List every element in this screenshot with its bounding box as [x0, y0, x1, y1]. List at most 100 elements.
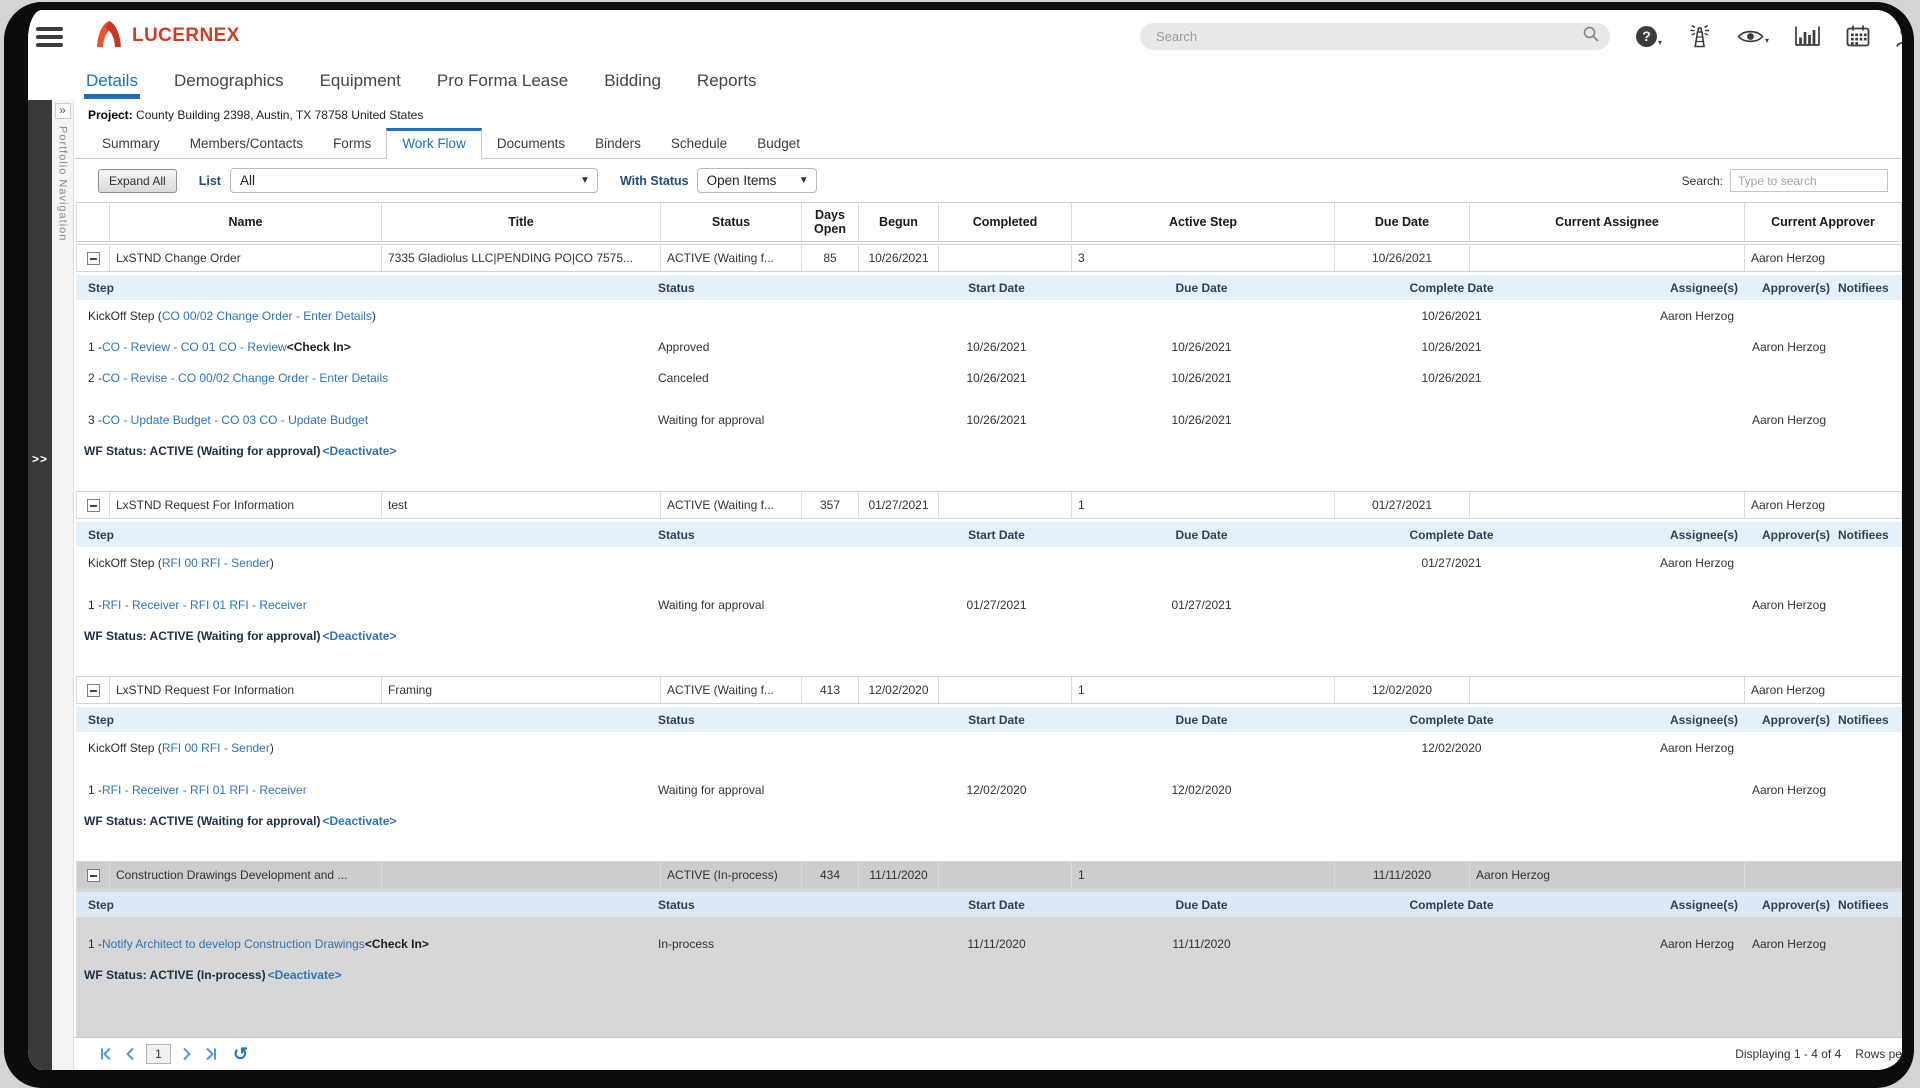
- step-column-start-date: Start Date: [899, 892, 1094, 917]
- subtab-binders[interactable]: Binders: [580, 128, 656, 158]
- global-search-input[interactable]: [1154, 28, 1582, 45]
- subtab-schedule[interactable]: Schedule: [656, 128, 742, 158]
- collapse-icon[interactable]: [87, 499, 100, 512]
- step-header-row: StepStatusStart DateDue DateComplete Dat…: [76, 707, 1902, 732]
- beacon-icon[interactable]: [1687, 24, 1712, 48]
- step-status: Approved: [654, 331, 899, 362]
- subtab-budget[interactable]: Budget: [742, 128, 815, 158]
- collapse-icon[interactable]: [87, 684, 100, 697]
- wf-status-label: WF Status: ACTIVE (In-process): [84, 968, 266, 982]
- step-status: In-process: [654, 928, 899, 959]
- step-link[interactable]: Notify Architect to develop Construction…: [102, 937, 365, 951]
- step-link[interactable]: RFI - Receiver - RFI 01 RFI - Receiver: [102, 598, 307, 612]
- deactivate-link[interactable]: <Deactivate>: [268, 968, 342, 982]
- hamburger-menu-icon[interactable]: [36, 27, 63, 47]
- calendar-icon[interactable]: [1846, 25, 1870, 47]
- chart-icon[interactable]: [1794, 25, 1821, 47]
- last-page-icon[interactable]: [204, 1047, 219, 1061]
- app-window: LUCERNEX ?▾: [4, 2, 1914, 1088]
- step-link[interactable]: RFI 00 RFI - Sender: [162, 556, 270, 570]
- first-page-icon[interactable]: [98, 1047, 113, 1061]
- tab-pro-forma-lease[interactable]: Pro Forma Lease: [437, 71, 568, 100]
- collapse-icon[interactable]: [87, 869, 100, 882]
- step-column-step: Step: [84, 522, 654, 547]
- project-label: Project:: [88, 108, 133, 122]
- deactivate-link[interactable]: <Deactivate>: [322, 629, 396, 643]
- step-column-notifiees: Notifiees: [1834, 892, 1902, 917]
- tab-reports[interactable]: Reports: [697, 71, 757, 100]
- workflow-row[interactable]: Construction Drawings Development and ..…: [76, 861, 1902, 889]
- cell-completed: [939, 862, 1072, 888]
- step-assignees: Aaron Herzog: [1594, 547, 1742, 578]
- step-start-date: 11/11/2020: [899, 928, 1094, 959]
- step-link[interactable]: CO - Revise - CO 00/02 Change Order - En…: [102, 371, 388, 385]
- cell-begun: 10/26/2021: [859, 245, 939, 271]
- portfolio-nav-collapsed-strip: >>: [28, 100, 52, 1070]
- step-link[interactable]: CO 00/02 Change Order - Enter Details: [162, 309, 372, 323]
- help-icon[interactable]: ?▾: [1636, 26, 1662, 47]
- with-status-dropdown[interactable]: Open Items ▼: [697, 168, 817, 193]
- sub-tabs: SummaryMembers/ContactsFormsWork FlowDoc…: [74, 128, 1902, 159]
- subtab-work-flow[interactable]: Work Flow: [386, 128, 482, 159]
- step-due-date: 10/26/2021: [1094, 404, 1309, 435]
- step-row: 1 - RFI - Receiver - RFI 01 RFI - Receiv…: [76, 774, 1902, 805]
- deactivate-link[interactable]: <Deactivate>: [322, 444, 396, 458]
- lucernex-logo[interactable]: LUCERNEX: [93, 20, 240, 53]
- workflow-row[interactable]: LxSTND Change Order7335 Gladiolus LLC|PE…: [76, 244, 1902, 272]
- step-status: [654, 547, 899, 578]
- step-assignees: [1594, 589, 1742, 620]
- step-column-status: Status: [654, 522, 899, 547]
- expand-all-button[interactable]: Expand All: [98, 169, 177, 193]
- global-search[interactable]: [1140, 23, 1610, 50]
- collapse-icon[interactable]: [87, 252, 100, 265]
- step-column-due-date: Due Date: [1094, 522, 1309, 547]
- list-dropdown[interactable]: All ▼: [230, 168, 598, 193]
- subtab-members-contacts[interactable]: Members/Contacts: [175, 128, 318, 158]
- cell-current-assignee: [1470, 677, 1745, 703]
- workflow-row[interactable]: LxSTND Request For InformationFramingACT…: [76, 676, 1902, 704]
- subtab-documents[interactable]: Documents: [482, 128, 580, 158]
- previous-page-icon[interactable]: [124, 1047, 135, 1061]
- step-notifiees: [1834, 589, 1902, 620]
- step-status: Waiting for approval: [654, 589, 899, 620]
- eye-icon[interactable]: ▾: [1737, 28, 1769, 45]
- user-icon[interactable]: [1895, 25, 1914, 48]
- subtab-forms[interactable]: Forms: [318, 128, 386, 158]
- table-search-input[interactable]: [1730, 169, 1888, 192]
- cell-current-approver: Aaron Herzog: [1745, 245, 1902, 271]
- next-page-icon[interactable]: [182, 1047, 193, 1061]
- step-prefix: 1 -: [88, 340, 102, 354]
- tab-equipment[interactable]: Equipment: [320, 71, 401, 100]
- step-column-start-date: Start Date: [899, 707, 1094, 732]
- workflow-row[interactable]: LxSTND Request For InformationtestACTIVE…: [76, 491, 1902, 519]
- chevron-right-icon[interactable]: »: [55, 103, 71, 119]
- step-name-cell: 3 - CO - Update Budget - CO 03 CO - Upda…: [84, 404, 654, 435]
- expand-panel-button[interactable]: >>: [28, 452, 52, 466]
- deactivate-link[interactable]: <Deactivate>: [322, 814, 396, 828]
- subtab-summary[interactable]: Summary: [87, 128, 175, 158]
- tab-details[interactable]: Details: [86, 71, 138, 100]
- step-link[interactable]: CO - Update Budget - CO 03 CO - Update B…: [102, 413, 368, 427]
- step-link[interactable]: RFI 00 RFI - Sender: [162, 741, 270, 755]
- search-icon[interactable]: [1582, 25, 1600, 48]
- cell-current-approver: Aaron Herzog: [1745, 492, 1902, 518]
- collapse-cell: [76, 245, 110, 271]
- step-notifiees: [1834, 774, 1902, 805]
- project-value: County Building 2398, Austin, TX 78758 U…: [136, 108, 423, 122]
- step-header-row: StepStatusStart DateDue DateComplete Dat…: [76, 522, 1902, 547]
- cell-status: ACTIVE (Waiting f...: [661, 677, 802, 703]
- step-complete-date: 10/26/2021: [1309, 331, 1594, 362]
- refresh-icon[interactable]: ↺: [233, 1045, 248, 1063]
- cell-name: LxSTND Request For Information: [110, 677, 382, 703]
- step-due-date: 11/11/2020: [1094, 928, 1309, 959]
- tab-demographics[interactable]: Demographics: [174, 71, 284, 100]
- page-number-box[interactable]: 1: [146, 1044, 171, 1064]
- tab-bidding[interactable]: Bidding: [604, 71, 661, 100]
- cell-current-assignee: Aaron Herzog: [1470, 862, 1745, 888]
- cell-status: ACTIVE (In-process): [661, 862, 802, 888]
- step-start-date: [899, 547, 1094, 578]
- wf-status-row: WF Status: ACTIVE (Waiting for approval)…: [76, 620, 1902, 649]
- step-link[interactable]: CO - Review - CO 01 CO - Review: [102, 340, 287, 354]
- step-row: 1 - RFI - Receiver - RFI 01 RFI - Receiv…: [76, 589, 1902, 620]
- step-link[interactable]: RFI - Receiver - RFI 01 RFI - Receiver: [102, 783, 307, 797]
